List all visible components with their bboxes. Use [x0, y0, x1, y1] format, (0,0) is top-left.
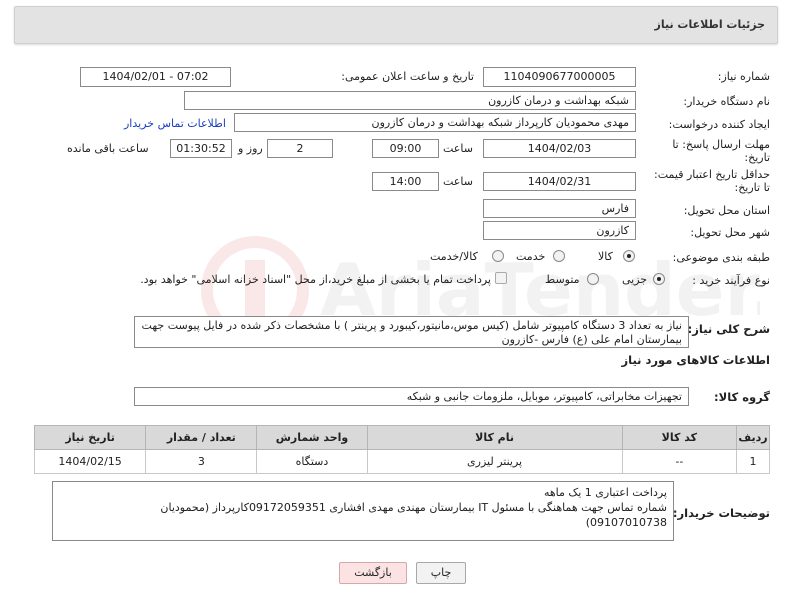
deadline-label-line2: تاریخ:	[744, 151, 770, 164]
goods-table: ردیف کد کالا نام کالا واحد شمارش تعداد /…	[33, 425, 770, 474]
goods-table-header: ردیف کد کالا نام کالا واحد شمارش تعداد /…	[33, 425, 770, 450]
buyer-org-label: نام دستگاه خریدار:	[683, 95, 770, 108]
validity-date-field[interactable]: 1404/02/31	[483, 172, 636, 191]
cell-item-name: پرینتر لیزری	[366, 449, 623, 474]
print-button[interactable]: چاپ	[416, 562, 466, 584]
treasury-checkbox[interactable]	[495, 272, 507, 284]
requester-label: ایجاد کننده درخواست:	[668, 118, 770, 131]
deadline-label-line1: مهلت ارسال پاسخ: تا	[672, 138, 770, 151]
buyer-notes-label: توضیحات خریدار:	[672, 506, 770, 520]
goods-group-label: گروه کالا:	[714, 390, 770, 404]
table-row[interactable]: 1 -- پرینتر لیزری دستگاه 3 1404/02/15	[33, 449, 770, 474]
process-radio-minor[interactable]	[653, 273, 665, 285]
days-remaining-field[interactable]: 2	[267, 139, 333, 158]
category-radio-service[interactable]	[553, 250, 565, 262]
days-label: روز و	[238, 142, 263, 155]
category-option-goods: کالا	[598, 250, 613, 263]
requester-field[interactable]: مهدی محمودیان کارپرداز شبکه بهداشت و درم…	[234, 113, 636, 132]
validity-label-line1: حداقل تاریخ اعتبار قیمت:	[654, 168, 770, 181]
remaining-label: ساعت باقی مانده	[67, 142, 149, 155]
deadline-date-field[interactable]: 1404/02/03	[483, 139, 636, 158]
goods-group-field[interactable]: تجهیزات مخابراتی، کامپیوتر، موبایل، ملزو…	[134, 387, 689, 406]
cell-row-number: 1	[736, 449, 770, 474]
province-field[interactable]: فارس	[483, 199, 636, 218]
validity-label-line2: تا تاریخ:	[734, 181, 770, 194]
col-item-name: نام کالا	[366, 425, 623, 450]
need-number-field[interactable]: 1104090677000005	[483, 67, 636, 87]
cell-quantity: 3	[145, 449, 258, 474]
remaining-time-field[interactable]: 01:30:52	[170, 139, 232, 158]
deadline-time-label: ساعت	[443, 142, 473, 155]
city-field[interactable]: کازرون	[483, 221, 636, 240]
category-radio-goods[interactable]	[623, 250, 635, 262]
announce-date-field[interactable]: 1404/02/01 - 07:02	[80, 67, 231, 87]
process-radio-medium[interactable]	[587, 273, 599, 285]
buyer-notes-line1: پرداخت اعتباری 1 یک ماهه	[543, 486, 667, 499]
buyer-notes-textarea[interactable]: پرداخت اعتباری 1 یک ماهه شماره تماس جهت …	[52, 481, 674, 541]
process-option-minor: جزیی	[622, 273, 648, 286]
cell-item-code: --	[621, 449, 738, 474]
back-button[interactable]: بازگشت	[339, 562, 407, 584]
page-title: جزئیات اطلاعات نیاز	[654, 18, 766, 31]
process-option-medium: متوسط	[545, 273, 580, 286]
cell-unit: دستگاه	[256, 449, 368, 474]
page-header: جزئیات اطلاعات نیاز	[14, 6, 778, 44]
description-textarea[interactable]: نیاز به تعداد 3 دستگاه کامپیوتر شامل (کی…	[134, 316, 689, 348]
col-row-number: ردیف	[736, 425, 770, 450]
process-label: نوع فرآیند خرید :	[692, 274, 770, 287]
province-label: استان محل تحویل:	[683, 204, 770, 217]
goods-section-title: اطلاعات کالاهای مورد نیاز	[621, 353, 770, 367]
deadline-time-field[interactable]: 09:00	[372, 139, 439, 158]
cell-need-date: 1404/02/15	[33, 449, 147, 474]
category-option-service: خدمت	[516, 250, 546, 263]
col-unit: واحد شمارش	[256, 425, 368, 450]
buyer-contact-link[interactable]: اطلاعات تماس خریدار	[124, 117, 226, 130]
buyer-org-field[interactable]: شبکه بهداشت و درمان کازرون	[184, 91, 636, 110]
category-option-goods-service: کالا/خدمت	[430, 250, 478, 263]
description-label: شرح کلی نیاز:	[687, 322, 770, 336]
validity-time-field[interactable]: 14:00	[372, 172, 439, 191]
need-number-label: شماره نیاز:	[717, 70, 770, 83]
col-quantity: تعداد / مقدار	[145, 425, 258, 450]
buyer-notes-line2: شماره تماس جهت هماهنگی با مسئول IT بیمار…	[160, 501, 667, 514]
col-item-code: کد کالا	[621, 425, 738, 450]
city-label: شهر محل تحویل:	[690, 226, 770, 239]
category-radio-goods-service[interactable]	[492, 250, 504, 262]
validity-time-label: ساعت	[443, 175, 473, 188]
buyer-notes-line3: 09107010738)	[585, 516, 667, 529]
col-need-date: تاریخ نیاز	[33, 425, 147, 450]
announce-date-label: تاریخ و ساعت اعلان عمومی:	[341, 70, 474, 83]
category-label: طبقه بندی موضوعی:	[672, 251, 770, 264]
payment-note: پرداخت تمام یا بخشی از مبلغ خرید،از محل …	[140, 273, 491, 286]
